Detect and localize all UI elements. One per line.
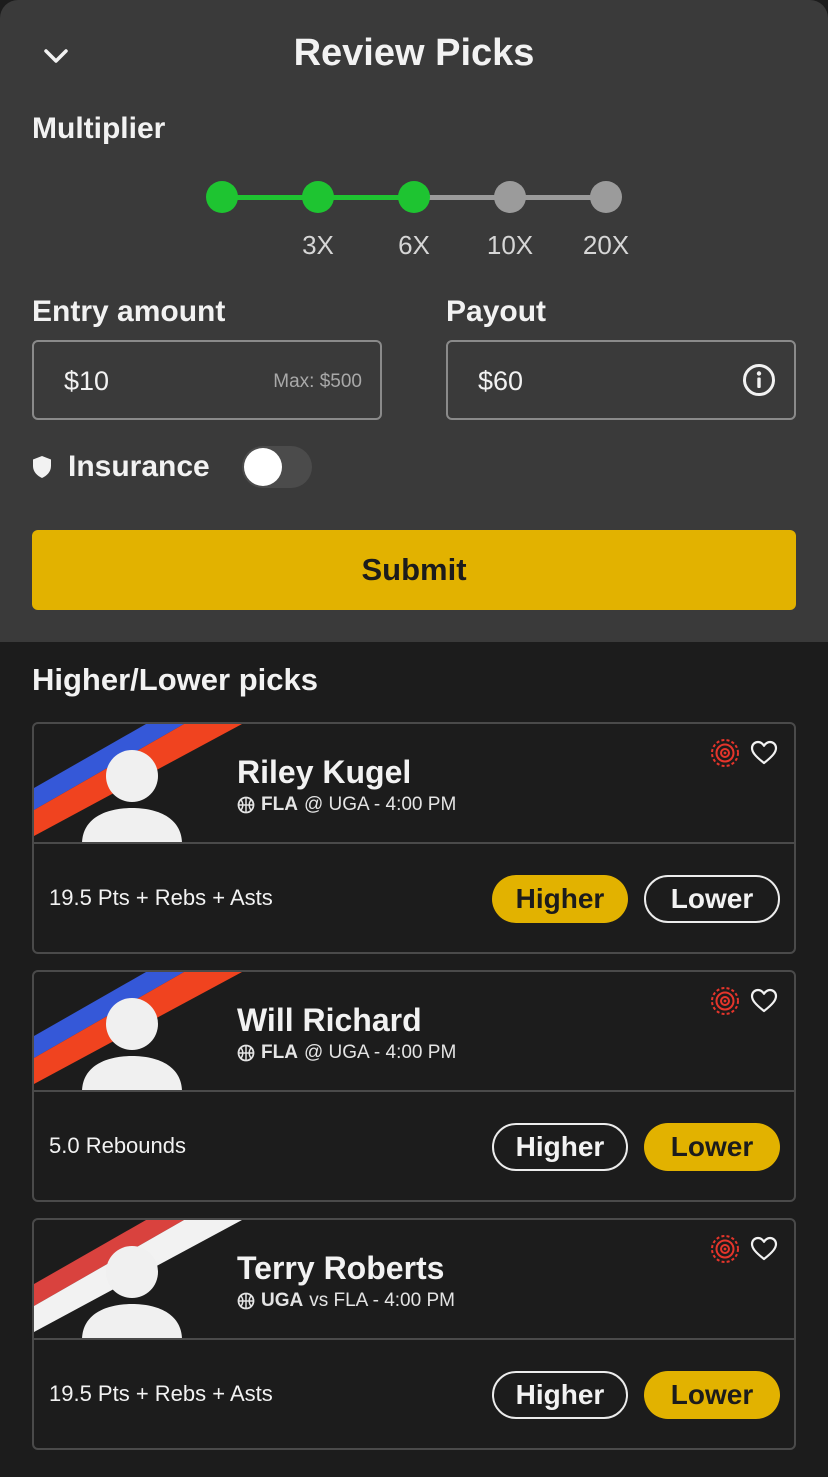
stat-line: 5.0 Rebounds	[49, 1133, 186, 1158]
higher-button[interactable]: Higher	[492, 875, 628, 923]
team-abbr: FLA	[261, 794, 298, 815]
payout-label: Payout	[446, 295, 547, 328]
multiplier-step-1[interactable]	[206, 181, 238, 213]
entry-amount-value: $10	[64, 366, 110, 396]
pick-card-header: Terry Roberts UGA vs FLA - 4:00 PM	[34, 1220, 794, 1340]
player-name: Riley Kugel	[237, 754, 412, 790]
info-icon[interactable]	[742, 363, 776, 397]
payout-field: $60	[446, 340, 796, 420]
picks-section-title: Higher/Lower picks	[32, 662, 318, 697]
target-icon[interactable]	[710, 738, 740, 768]
basketball-icon	[237, 1292, 255, 1310]
heart-icon[interactable]	[750, 740, 778, 766]
entry-max-hint: Max: $500	[273, 371, 362, 392]
pick-card: Will Richard FLA @ UGA - 4:00 PM 5.0 Reb…	[32, 970, 796, 1202]
player-avatar	[82, 750, 182, 842]
pick-card-body: 5.0 Rebounds Higher Lower	[34, 1092, 794, 1200]
insurance-label: Insurance	[68, 450, 210, 483]
shield-icon	[31, 455, 53, 479]
game-info: FLA @ UGA - 4:00 PM	[237, 1042, 456, 1064]
pick-card-body: 19.5 Pts + Rebs + Asts Higher Lower	[34, 844, 794, 952]
page-title: Review Picks	[293, 32, 535, 74]
heart-icon[interactable]	[750, 1236, 778, 1262]
player-name: Terry Roberts	[237, 1250, 445, 1286]
higher-button[interactable]: Higher	[492, 1123, 628, 1171]
pick-card-header: Riley Kugel FLA @ UGA - 4:00 PM	[34, 724, 794, 844]
team-abbr: FLA	[261, 1042, 298, 1063]
multiplier-step-3x[interactable]	[302, 181, 334, 213]
entry-amount-field[interactable]: $10 Max: $500	[32, 340, 382, 420]
matchup-text: @ UGA - 4:00 PM	[303, 1042, 457, 1063]
multiplier-label-10x: 10X	[486, 230, 534, 260]
target-icon[interactable]	[710, 986, 740, 1016]
review-picks-sheet: Review Picks Multiplier 3X 6X 10X 20X En…	[0, 0, 828, 642]
submit-button[interactable]: Submit	[32, 530, 796, 610]
pick-card: Terry Roberts UGA vs FLA - 4:00 PM 19.5 …	[32, 1218, 796, 1450]
multiplier-step-20x[interactable]	[590, 181, 622, 213]
lower-button[interactable]: Lower	[644, 1123, 780, 1171]
player-avatar	[82, 998, 182, 1090]
multiplier-label-20x: 20X	[582, 230, 630, 260]
multiplier-step-6x[interactable]	[398, 181, 430, 213]
lower-button[interactable]: Lower	[644, 1371, 780, 1419]
game-info: UGA vs FLA - 4:00 PM	[237, 1290, 455, 1312]
basketball-icon	[237, 796, 255, 814]
team-abbr: UGA	[261, 1290, 304, 1311]
stat-line: 19.5 Pts + Rebs + Asts	[49, 885, 273, 910]
player-name: Will Richard	[237, 1002, 422, 1038]
basketball-icon	[237, 1044, 255, 1062]
game-info: FLA @ UGA - 4:00 PM	[237, 794, 456, 816]
player-avatar	[82, 1246, 182, 1338]
matchup-text: @ UGA - 4:00 PM	[303, 794, 457, 815]
payout-value: $60	[478, 366, 524, 396]
insurance-toggle[interactable]	[242, 446, 312, 488]
entry-amount-label: Entry amount	[32, 295, 226, 328]
multiplier-label-6x: 6X	[398, 230, 430, 260]
stat-line: 19.5 Pts + Rebs + Asts	[49, 1381, 273, 1406]
target-icon[interactable]	[710, 1234, 740, 1264]
multiplier-label: Multiplier	[32, 112, 166, 145]
multiplier-step-10x[interactable]	[494, 181, 526, 213]
matchup-text: vs FLA - 4:00 PM	[309, 1290, 455, 1311]
pick-card: Riley Kugel FLA @ UGA - 4:00 PM 19.5 Pts…	[32, 722, 796, 954]
multiplier-label-3x: 3X	[302, 230, 334, 260]
pick-card-header: Will Richard FLA @ UGA - 4:00 PM	[34, 972, 794, 1092]
heart-icon[interactable]	[750, 988, 778, 1014]
higher-button[interactable]: Higher	[492, 1371, 628, 1419]
lower-button[interactable]: Lower	[644, 875, 780, 923]
toggle-knob	[244, 448, 282, 486]
pick-card-body: 19.5 Pts + Rebs + Asts Higher Lower	[34, 1340, 794, 1448]
